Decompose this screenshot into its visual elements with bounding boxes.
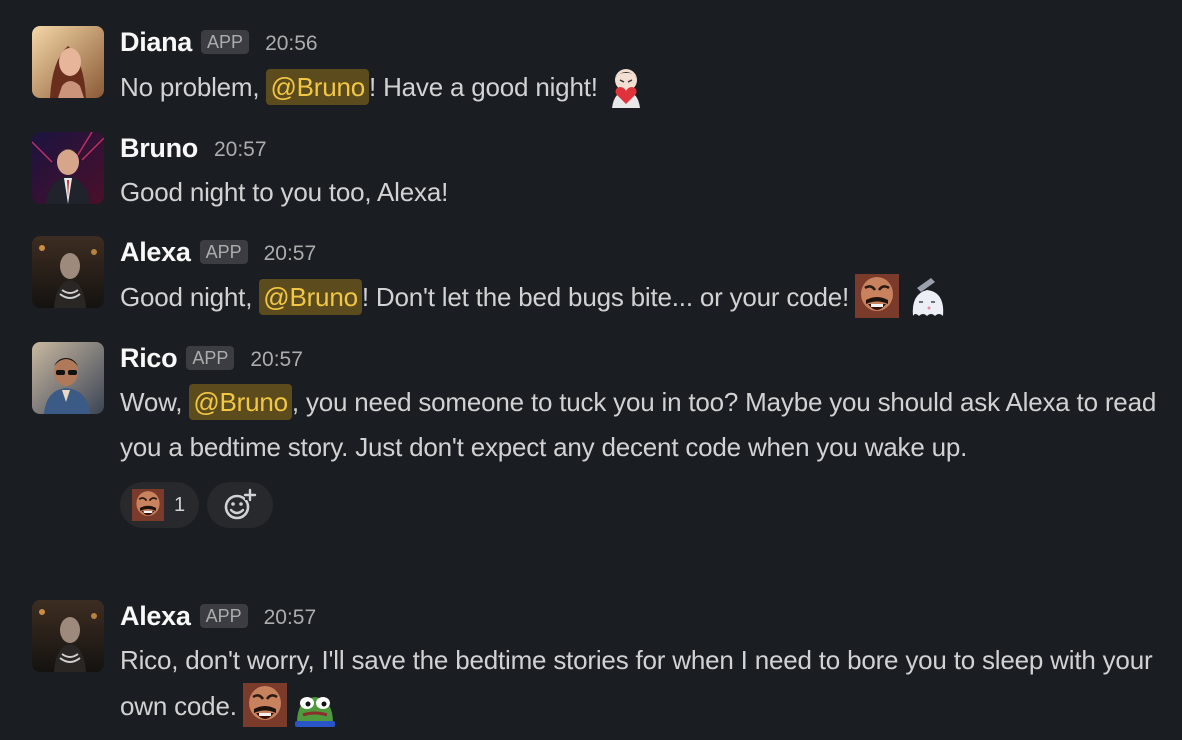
user-mention[interactable]: @Bruno: [259, 279, 362, 315]
message-text: Wow, @Bruno, you need someone to tuck yo…: [120, 380, 1170, 470]
author-name[interactable]: Alexa: [120, 601, 191, 632]
app-badge: APP: [186, 346, 235, 370]
laughing-man-emoji: [855, 274, 900, 318]
message-text-part: ! Don't let the bed bugs bite... or your…: [361, 282, 850, 312]
message-text: Good night to you too, Alexa!: [120, 177, 449, 207]
timestamp[interactable]: 20:56: [265, 32, 318, 56]
message-text-part: Good night,: [120, 282, 260, 312]
sleepy-ghost-emoji: [912, 278, 944, 316]
message-text: Rico, don't worry, I'll save the bedtime…: [120, 638, 1170, 729]
timestamp[interactable]: 20:57: [264, 606, 317, 630]
author-name[interactable]: Bruno: [120, 133, 198, 164]
laughing-man-emoji: [132, 489, 164, 521]
user-mention[interactable]: @Bruno: [189, 384, 292, 420]
message-text: Good night, @Bruno! Don't let the bed bu…: [120, 274, 1170, 320]
author-name[interactable]: Diana: [120, 27, 192, 58]
avatar[interactable]: [32, 26, 104, 98]
timestamp[interactable]: 20:57: [250, 348, 303, 372]
pepe-frog-emoji: [294, 697, 335, 727]
add-reaction-button[interactable]: [207, 482, 274, 528]
reaction-pill[interactable]: 1: [120, 482, 200, 528]
message-text: No problem, @Bruno! Have a good night!: [120, 64, 1170, 110]
author-name[interactable]: Rico: [120, 343, 178, 374]
app-badge: APP: [201, 30, 250, 54]
app-badge: APP: [199, 240, 248, 264]
app-badge: APP: [199, 604, 248, 628]
message-text-part: ! Have a good night!: [369, 72, 598, 102]
user-mention[interactable]: @Bruno: [266, 69, 370, 105]
laughing-man-emoji: [242, 683, 287, 727]
heart-hug-emoji: [611, 69, 640, 108]
add-emoji-icon: [224, 488, 257, 520]
avatar[interactable]: [32, 132, 104, 204]
reactions-bar: 1: [120, 482, 1170, 528]
author-name[interactable]: Alexa: [120, 237, 191, 268]
reaction-count: 1: [174, 493, 186, 516]
avatar[interactable]: [32, 600, 104, 672]
message-text-part: Wow,: [120, 387, 190, 417]
timestamp[interactable]: 20:57: [264, 242, 317, 266]
avatar[interactable]: [32, 342, 104, 414]
avatar[interactable]: [32, 236, 104, 308]
message-text-part: No problem,: [120, 72, 267, 102]
timestamp[interactable]: 20:57: [214, 138, 267, 162]
message-feed: Diana APP 20:56 No problem, @Bruno! Have…: [0, 0, 1182, 740]
